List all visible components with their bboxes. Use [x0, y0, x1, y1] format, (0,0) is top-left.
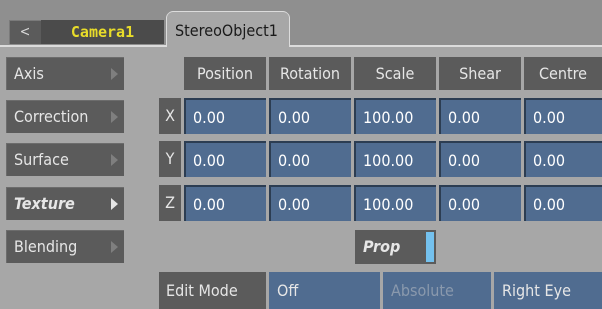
- edit-mode-off-button[interactable]: Off: [269, 272, 380, 309]
- column-header-centre: Centre: [524, 57, 602, 90]
- prop-toggle[interactable]: Prop: [355, 230, 436, 264]
- shear-z-field[interactable]: 0.00: [439, 185, 521, 221]
- sidebar-item-blending[interactable]: Blending: [6, 230, 124, 263]
- row-label-x: X: [159, 98, 181, 134]
- column-header-shear: Shear: [439, 57, 521, 90]
- back-button[interactable]: <: [9, 20, 41, 44]
- prop-label: Prop: [363, 237, 401, 256]
- column-header-rotation: Rotation: [269, 57, 351, 90]
- edit-mode-label: Edit Mode: [159, 272, 266, 309]
- arrow-right-icon: [111, 241, 118, 253]
- sidebar-item-label: Texture: [14, 194, 75, 213]
- sidebar-item-surface[interactable]: Surface: [6, 143, 124, 176]
- position-y-field[interactable]: 0.00: [184, 141, 266, 177]
- tab-stereo-object[interactable]: StereoObject1: [167, 12, 289, 47]
- sidebar-item-texture[interactable]: Texture: [6, 187, 124, 220]
- edit-mode-absolute-button[interactable]: Absolute: [383, 272, 491, 309]
- centre-x-field[interactable]: 0.00: [524, 98, 602, 134]
- arrow-right-icon: [111, 198, 118, 210]
- position-z-field[interactable]: 0.00: [184, 185, 266, 221]
- edit-mode-right-eye-button[interactable]: Right Eye: [494, 272, 602, 309]
- sidebar-item-axis[interactable]: Axis: [6, 57, 124, 90]
- tab-camera[interactable]: Camera1: [41, 20, 164, 44]
- row-label-y: Y: [159, 141, 181, 177]
- tab-bar-divider: [0, 45, 602, 47]
- sidebar-item-label: Surface: [14, 150, 69, 169]
- sidebar-item-correction[interactable]: Correction: [6, 100, 124, 133]
- position-x-field[interactable]: 0.00: [184, 98, 266, 134]
- sidebar-item-label: Blending: [14, 237, 78, 256]
- arrow-right-icon: [111, 154, 118, 166]
- centre-z-field[interactable]: 0.00: [524, 185, 602, 221]
- column-header-scale: Scale: [354, 57, 436, 90]
- scale-x-field[interactable]: 100.00: [354, 98, 436, 134]
- shear-y-field[interactable]: 0.00: [439, 141, 521, 177]
- shear-x-field[interactable]: 0.00: [439, 98, 521, 134]
- centre-y-field[interactable]: 0.00: [524, 141, 602, 177]
- rotation-y-field[interactable]: 0.00: [269, 141, 351, 177]
- column-header-position: Position: [184, 57, 266, 90]
- sidebar-item-label: Axis: [14, 64, 44, 83]
- arrow-right-icon: [111, 68, 118, 80]
- scale-z-field[interactable]: 100.00: [354, 185, 436, 221]
- scale-y-field[interactable]: 100.00: [354, 141, 436, 177]
- toggle-indicator: [426, 232, 434, 262]
- arrow-right-icon: [111, 111, 118, 123]
- row-label-z: Z: [159, 185, 181, 221]
- rotation-z-field[interactable]: 0.00: [269, 185, 351, 221]
- sidebar-item-label: Correction: [14, 107, 89, 126]
- rotation-x-field[interactable]: 0.00: [269, 98, 351, 134]
